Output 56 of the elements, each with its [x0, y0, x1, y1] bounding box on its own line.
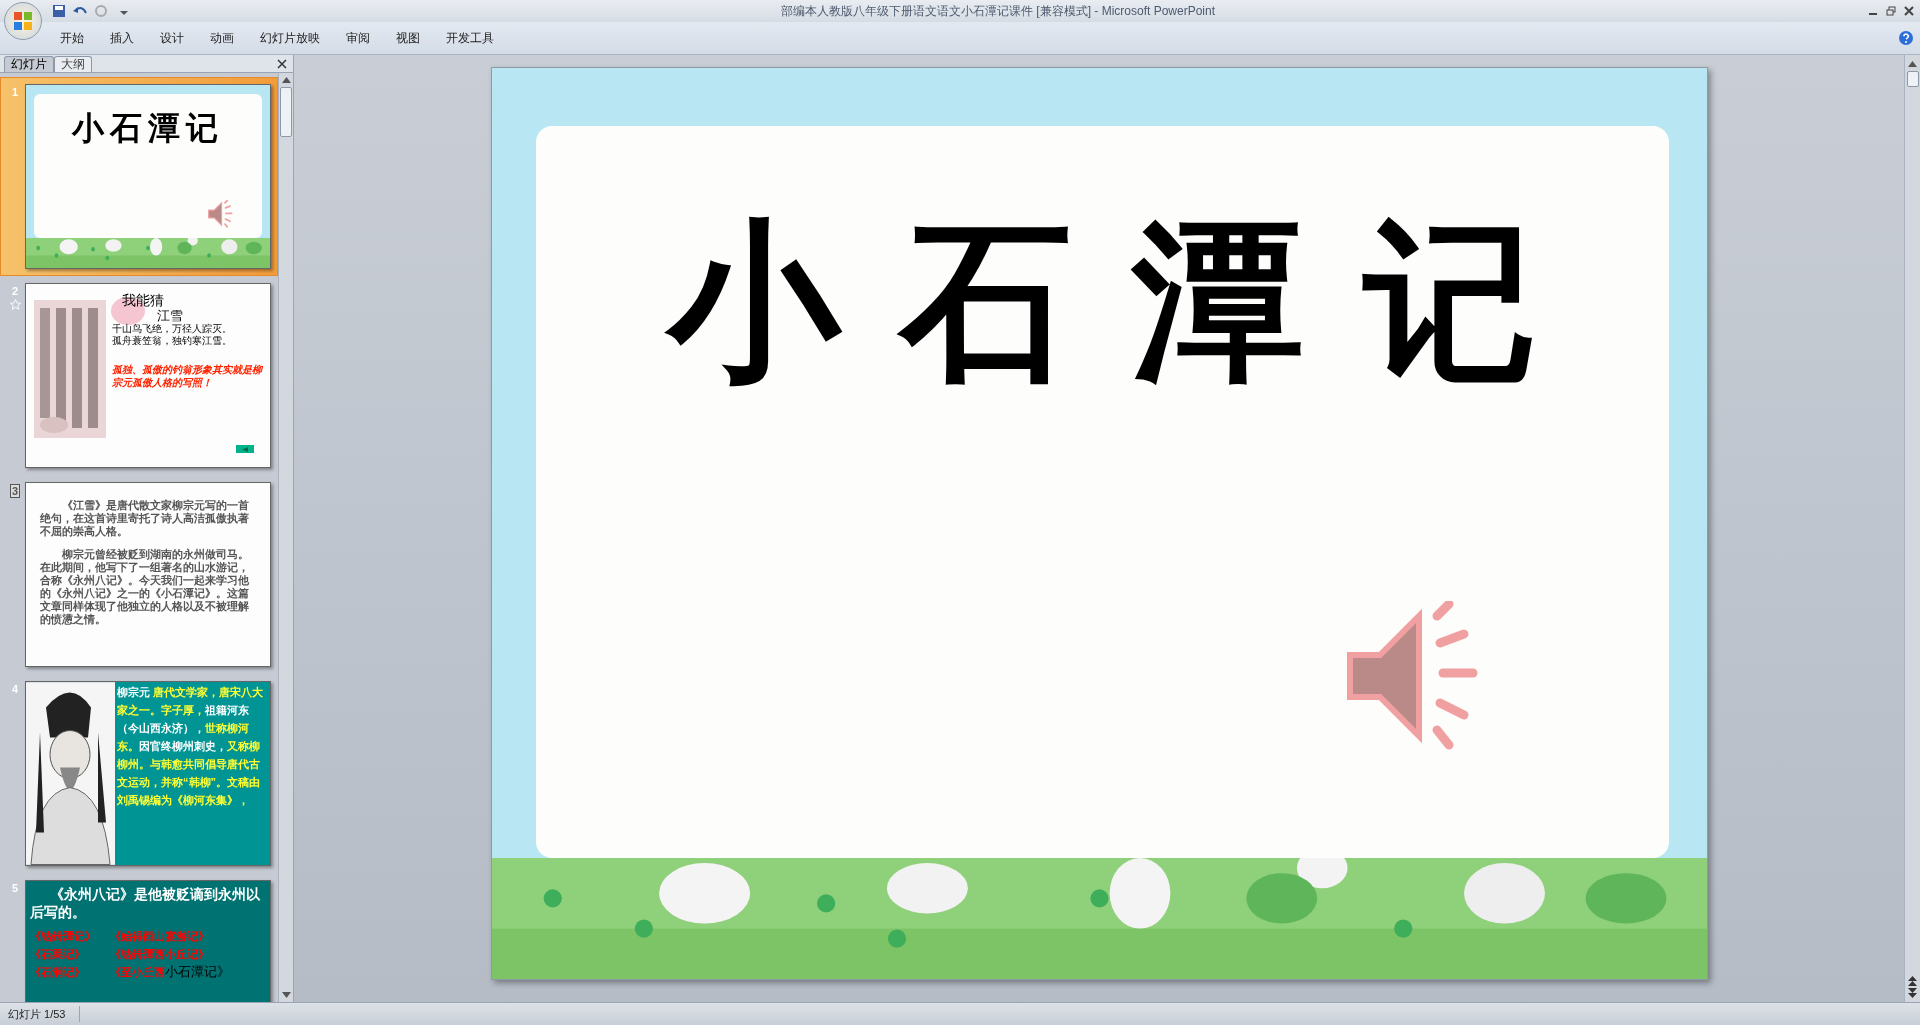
ribbon-tab[interactable]: 开始	[48, 29, 96, 47]
slide-paragraph: 柳宗元 唐代文学家，唐宋八大家之一。字子厚，祖籍河东（今山西永济），世称柳河东。因官终柳州刺史，又称柳柳州。与韩愈共同倡导唐代古文运动，并称“韩柳”。文稿由刘禹锡编为《柳河东集》，	[115, 682, 270, 865]
office-button[interactable]	[4, 2, 42, 40]
previous-slide-icon[interactable]	[1908, 976, 1917, 986]
next-slide-icon[interactable]	[1908, 988, 1917, 998]
slide-number: 2	[11, 285, 19, 297]
poem-title: 江雪	[157, 308, 184, 323]
thumbnail-item[interactable]: 4 柳宗元 唐代文学家，唐宋八大家之一。字子厚，祖籍河东（今山西永济），世称柳河东。因官终柳州刺史，又称柳柳州。与韩愈共同倡导唐代古文运动，并称“韩柳”。文稿由刘禹锡编为《柳河东集》，	[0, 674, 278, 873]
thumbnail-item[interactable]: 5 《永州八记》是他被贬谪到永州以后写的。 《钴鉧潭记》 《始得西山宴游记》 《石渠记》 《钴鉧潭西小丘记》 《石涧记》 《至小丘西小石潭记》	[0, 873, 278, 1002]
essay-title: 《钴鉧潭记》	[30, 929, 97, 944]
poem-line: 孤舟蓑笠翁，独钓寒江雪。	[112, 335, 233, 347]
office-logo-icon	[12, 10, 34, 32]
ribbon-tab[interactable]: 审阅	[334, 29, 382, 47]
ribbon-tab[interactable]: 设计	[148, 29, 196, 47]
scroll-down-icon[interactable]	[281, 992, 291, 998]
scroll-up-icon[interactable]	[281, 77, 291, 83]
thumbnail-item[interactable]: 3 《江雪》是唐代散文家柳宗元写的一首绝句，在这首诗里寄托了诗人高洁孤傲执著不屈的崇高人格。 柳宗元曾经被贬到湖南的永州做司马。在此期间，他写下了一组著名的山水游记，合称《永州八记》。今天我们一起来学习他的《永州八记》之一的《小石潭记》。这篇文章同样体现了他独立的人格以及不被理解的愤懑之情。	[0, 475, 278, 674]
slide-paragraph: 柳宗元曾经被贬到湖南的永州做司马。在此期间，他写下了一组著名的山水游记，合称《永州八记》。今天我们一起来学习他的《永州八记》之一的《小石潭记》。这篇文章同样体现了他独立的人格以及不被理解的愤懑之情。	[40, 548, 250, 626]
essay-title: 《始得西山宴游记》	[110, 929, 210, 944]
slide-number: 1	[11, 86, 19, 98]
ribbon-tab[interactable]: 开发工具	[434, 29, 506, 47]
essay-title: 《石涧记》	[30, 965, 86, 980]
panel-tab[interactable]: 幻灯片	[4, 56, 54, 72]
essay-title: 《石渠记》	[30, 947, 86, 962]
help-icon[interactable]	[1898, 30, 1914, 46]
close-icon[interactable]	[1904, 6, 1914, 16]
slide-title: 小石潭记	[72, 109, 224, 148]
slide-paragraph: 《永州八记》是他被贬谪到永州以后写的。	[30, 885, 261, 921]
essay-title: 《至小丘西小石潭记》	[110, 963, 231, 981]
scrollbar[interactable]	[278, 73, 293, 1002]
slide-counter: 幻灯片 1/53	[0, 1005, 80, 1023]
ribbon-tab[interactable]: 幻灯片放映	[248, 29, 332, 47]
thumbnail-item[interactable]: 2 我能猜 江雪 千山鸟飞绝，万径人踪灭。 孤舟蓑笠翁，独钓寒江雪。 孤独、孤傲的钓翁形象其实就是柳宗元孤傲人格的写照！	[0, 276, 278, 475]
thumbnail-item[interactable]: 1 小石潭记	[0, 77, 278, 276]
slide-number: 3	[9, 484, 21, 498]
ribbon-tab[interactable]: 插入	[98, 29, 146, 47]
slide-title: 小石潭记	[608, 206, 1596, 396]
slide-heading: 我能猜	[122, 292, 165, 308]
scroll-up-icon[interactable]	[1908, 61, 1917, 67]
slide-number: 5	[11, 882, 19, 894]
slide-comment: 孤独、孤傲的钓翁形象其实就是柳宗元孤傲人格的写照！	[112, 363, 262, 389]
scroll-thumb[interactable]	[280, 87, 292, 137]
slide-paragraph: 《江雪》是唐代散文家柳宗元写的一首绝句，在这首诗里寄托了诗人高洁孤傲执著不屈的崇高人格。	[40, 499, 250, 538]
close-icon[interactable]	[277, 59, 287, 69]
ribbon-tab[interactable]: 视图	[384, 29, 432, 47]
triangle-icon	[242, 446, 248, 452]
save-icon[interactable]	[52, 4, 66, 18]
scroll-thumb[interactable]	[1906, 71, 1919, 87]
essay-title: 《钴鉧潭西小丘记》	[110, 947, 210, 962]
restore-icon[interactable]	[1886, 6, 1896, 16]
ribbon-tab[interactable]: 动画	[198, 29, 246, 47]
window-title: 部编本人教版八年级下册语文语文小石潭记课件 [兼容模式] - Microsoft PowerPoint	[779, 3, 1216, 20]
scrollbar[interactable]	[1904, 55, 1920, 1002]
panel-tab[interactable]: 大纲	[54, 56, 92, 72]
poem-line: 千山鸟飞绝，万径人踪灭。	[112, 323, 233, 335]
slide-number: 4	[11, 683, 19, 695]
